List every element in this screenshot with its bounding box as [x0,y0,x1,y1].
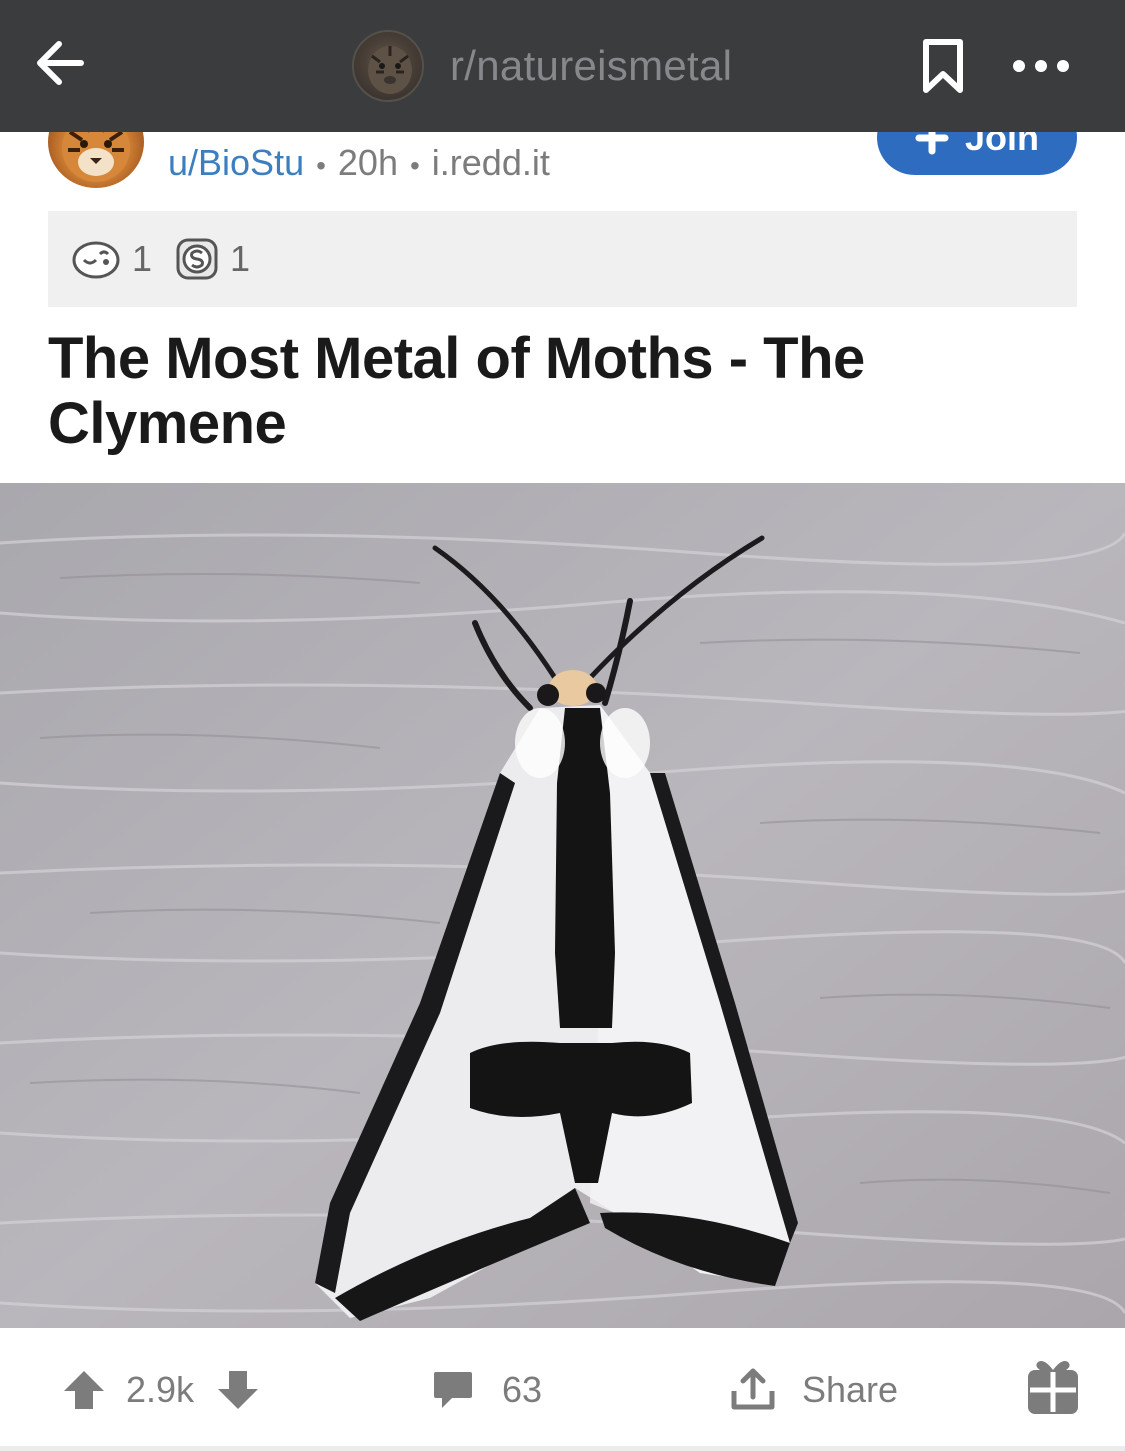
back-button[interactable] [24,28,94,98]
award-count: 1 [132,238,153,279]
subreddit-name[interactable]: r/natureismetal [450,40,732,92]
back-arrow-icon [37,41,84,85]
tiger-face-icon [368,46,412,94]
vote-score: 2.9k [126,1369,195,1410]
silver-award-icon [176,238,218,280]
more-dots-icon [1013,60,1069,72]
post-domain[interactable]: i.redd.it [432,142,550,183]
share-icon [731,1368,775,1410]
post-image[interactable] [0,483,1125,1328]
give-award-button[interactable] [1026,1357,1080,1415]
top-nav-bar: r/natureismetal [0,0,1125,132]
bookmark-button[interactable] [912,34,974,98]
award-wholesome[interactable]: 1 [70,233,152,285]
post-meta: u/BioStu • 20h • i.redd.it [168,140,550,186]
more-options-button[interactable] [1004,40,1078,92]
downvote-arrow-icon[interactable] [216,1369,260,1411]
award-count: 1 [230,238,251,279]
wholesome-award-icon [72,241,120,279]
bottom-divider [0,1446,1125,1451]
post-title[interactable]: The Most Metal of Moths - The Clymene [48,326,1048,456]
post-age: 20h [337,142,398,183]
share-button[interactable]: Share [730,1361,898,1419]
award-silver[interactable]: 1 [174,233,250,285]
awards-row[interactable]: 1 1 [48,211,1077,307]
comment-bubble-icon [434,1372,472,1408]
share-label: Share [802,1369,899,1410]
post-action-bar: 2.9k 63 Share [0,1329,1125,1451]
vote-group: 2.9k [62,1361,260,1419]
bookmark-icon [923,39,963,93]
upvote-arrow-icon[interactable] [62,1369,106,1411]
separator-dot: • [409,150,420,181]
clymene-moth-photo [0,483,1125,1328]
comment-count: 63 [502,1369,543,1410]
subreddit-avatar[interactable] [352,30,424,102]
gift-award-icon [1028,1361,1078,1414]
author-link[interactable]: u/BioStu [168,142,304,183]
separator-dot: • [316,150,326,181]
comments-button[interactable]: 63 [432,1361,542,1419]
